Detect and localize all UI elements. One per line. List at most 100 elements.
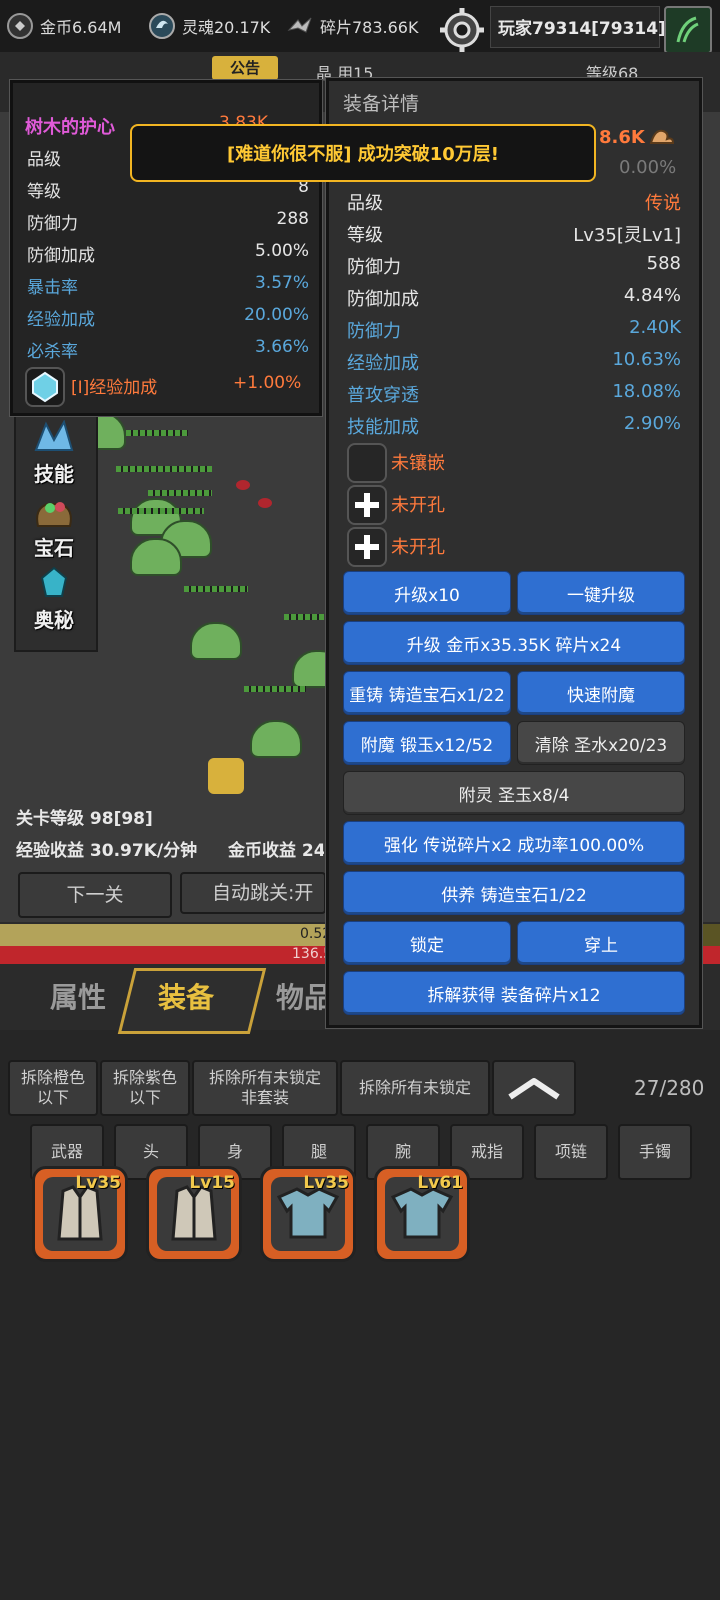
bag-item-slot[interactable]: Lv61 (374, 1166, 470, 1262)
exp-income: 经验收益 30.97K/分钟 (16, 841, 198, 861)
category-bracelet[interactable]: 手镯 (618, 1124, 692, 1180)
tab-items[interactable]: 物品 (276, 976, 332, 1016)
next-stage-button[interactable]: 下一关 (18, 872, 172, 918)
nurture-button[interactable]: 供养 铸造宝石1/22 (343, 871, 685, 915)
panel-power: 8.6K (599, 127, 645, 148)
detail-row: 防御力 588 (347, 253, 681, 278)
bag-item-slot[interactable]: Lv35 (260, 1166, 356, 1262)
detail-row: 技能加成 2.90% (347, 413, 681, 438)
dismantle-below-orange-button[interactable]: 拆除橙色 以下 (8, 1060, 98, 1116)
blood-splat (258, 498, 272, 508)
one-key-upgrade-button[interactable]: 一键升级 (517, 571, 685, 615)
detail-row: 防御力 2.40K (347, 317, 681, 342)
clear-enchant-button[interactable]: 清除 圣水x20/23 (517, 721, 685, 765)
upgrade-x10-button[interactable]: 升级x10 (343, 571, 511, 615)
bag-count: 27/280 (634, 1076, 705, 1100)
item-level: Lv15 (189, 1173, 235, 1193)
stage-level: 关卡等级 98[98] (16, 809, 153, 829)
wear-button[interactable]: 穿上 (517, 921, 685, 965)
tooltip-row: 防御加成 5.00% (27, 241, 309, 266)
skill-crystal-icon (34, 419, 74, 451)
gold-amount: 金币6.64M (40, 18, 122, 37)
player-name: 玩家79314[79314] (498, 19, 666, 39)
detail-row: 品级 传说 (347, 193, 681, 214)
shard-counter: 碎片783.66K (286, 12, 418, 40)
gem-bonus-value: +1.00% (233, 373, 302, 393)
dismantle-button[interactable]: 拆解获得 装备碎片x12 (343, 971, 685, 1015)
strengthen-button[interactable]: 强化 传说碎片x2 成功率100.00% (343, 821, 685, 865)
menu-button[interactable] (664, 6, 712, 54)
gem-button[interactable]: 宝石 (28, 494, 80, 560)
socket-unopened[interactable] (347, 527, 387, 567)
soul-icon (149, 13, 175, 39)
arcana-button[interactable]: 奥秘 (28, 566, 80, 632)
gem-bonus-label: [I]经验加成 (71, 378, 158, 398)
detail-row: 普攻穿透 18.08% (347, 381, 681, 406)
soul-counter: 灵魂20.17K (148, 12, 270, 40)
quick-enchant-button[interactable]: 快速附魔 (517, 671, 685, 715)
blood-splat (236, 480, 250, 490)
shard-icon (287, 17, 312, 33)
settings-gear-icon[interactable] (438, 6, 486, 54)
socket-status: 未开孔 (391, 495, 445, 516)
tooltip-row: 暴击率 3.57% (27, 273, 309, 298)
slime-enemy (190, 622, 242, 660)
enchant-button[interactable]: 附魔 锻玉x12/52 (343, 721, 511, 765)
arcana-crystal-icon (40, 566, 68, 597)
gem-socket-empty[interactable] (347, 443, 387, 483)
spirit-attach-button[interactable]: 附灵 圣玉x8/4 (343, 771, 685, 815)
enemy-hp-bar (126, 430, 188, 436)
lock-button[interactable]: 锁定 (343, 921, 511, 965)
soul-amount: 灵魂20.17K (182, 18, 271, 37)
gem-label: 宝石 (34, 536, 74, 560)
socket-status: 未开孔 (391, 537, 445, 558)
socket-status: 未镶嵌 (391, 453, 445, 474)
slime-enemy (130, 538, 182, 576)
announcement-banner: [难道你很不服] 成功突破10万层! (130, 124, 596, 182)
coin-icon (7, 13, 33, 39)
item-level: Lv61 (417, 1173, 463, 1193)
tooltip-row: 防御力 288 (27, 209, 309, 234)
tooltip-row: 必杀率 3.66% (27, 337, 309, 362)
skill-button[interactable]: 技能 (28, 419, 80, 486)
tab-equipment[interactable]: 装备 (158, 976, 214, 1016)
bag-item-slot[interactable]: Lv35 (32, 1166, 128, 1262)
category-necklace[interactable]: 项链 (534, 1124, 608, 1180)
tooltip-row: 经验加成 20.00% (27, 305, 309, 330)
item-level: Lv35 (303, 1173, 349, 1193)
bag-item-slot[interactable]: Lv15 (146, 1166, 242, 1262)
enemy-hp-bar (284, 614, 324, 620)
tooltip-title: 树木的护心 (25, 117, 115, 138)
enemy-hp-bar (148, 490, 212, 496)
dismantle-all-unlocked-button[interactable]: 拆除所有未锁定 (340, 1060, 490, 1116)
auto-skip-button[interactable]: 自动跳关:开 (180, 872, 326, 914)
claw-icon (676, 16, 699, 43)
plus-icon (355, 493, 379, 517)
equipment-detail-panel: 装备详情 8.6K 0.00% 品级 传说 等级 Lv35[灵Lv1] 防御力 588… (326, 78, 702, 1028)
item-level: Lv35 (75, 1173, 121, 1193)
collapse-button[interactable] (492, 1060, 576, 1116)
strength-arm-icon (649, 129, 675, 144)
weapon-drop-icon[interactable] (208, 758, 244, 794)
recast-button[interactable]: 重铸 铸造宝石x1/22 (343, 671, 511, 715)
upgrade-cost-button[interactable]: 升级 金币x35.35K 碎片x24 (343, 621, 685, 665)
tab-attributes[interactable]: 属性 (50, 976, 106, 1016)
notice-tab[interactable]: 公告 (212, 56, 278, 80)
arcana-label: 奥秘 (34, 608, 74, 632)
panel-title: 装备详情 (343, 93, 420, 115)
detail-row: 经验加成 10.63% (347, 349, 681, 374)
plus-icon (355, 535, 379, 559)
dismantle-below-purple-button[interactable]: 拆除紫色 以下 (100, 1060, 190, 1116)
socketed-gem (25, 367, 65, 407)
detail-row: 防御加成 4.84% (347, 285, 681, 310)
enemy-hp-bar (184, 586, 248, 592)
gold-counter: 金币6.64M (6, 12, 121, 40)
dismantle-unlocked-non-set-button[interactable]: 拆除所有未锁定 非套装 (192, 1060, 338, 1116)
chevron-up-icon (508, 1078, 560, 1100)
socket-unopened[interactable] (347, 485, 387, 525)
gold-income: 金币收益 24 (228, 841, 324, 861)
skill-label: 技能 (34, 462, 74, 486)
panel-percent: 0.00% (619, 157, 677, 178)
gem-bag-icon (36, 502, 72, 527)
diamond-gem-icon (32, 371, 58, 403)
